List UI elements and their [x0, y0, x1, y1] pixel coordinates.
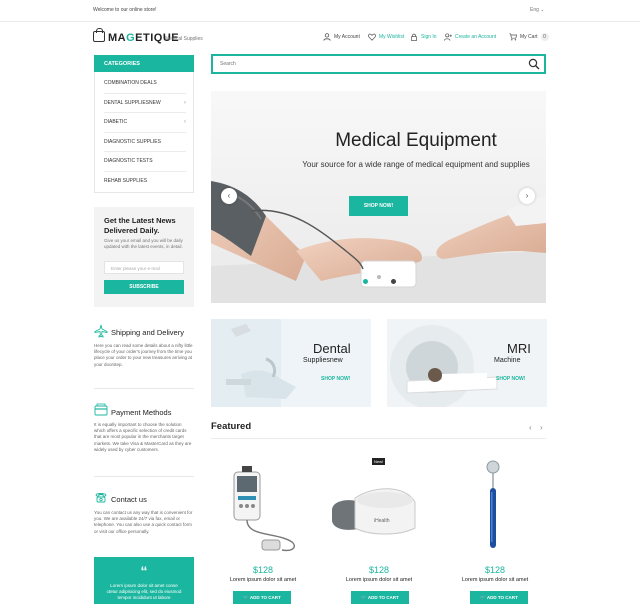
- slider-dot-2[interactable]: [377, 279, 382, 284]
- newsletter-title: Get the Latest News Delivered Daily.: [104, 216, 176, 235]
- newsletter-email-input[interactable]: Enter please your e-mail: [104, 261, 184, 274]
- create-account-link[interactable]: Create an Account: [444, 33, 496, 41]
- product-price: $128: [368, 565, 390, 575]
- featured-prev-button[interactable]: ‹: [529, 423, 532, 432]
- category-diagnostic-tests[interactable]: DIAGNOSTIC TESTS: [104, 152, 186, 172]
- cart-icon: 🛒: [480, 595, 486, 600]
- testimonial-text: Lorem ipsum dolor sit amet conse ctetur …: [106, 583, 182, 600]
- add-to-cart-button[interactable]: 🛒 ADD TO CART: [233, 591, 291, 604]
- payment-title: Payment Methods: [111, 408, 172, 417]
- newsletter-text: Give us your email and you will be daily…: [104, 238, 183, 249]
- cart-icon: [509, 33, 517, 41]
- language-selector[interactable]: Eng ⌄: [530, 7, 545, 13]
- product-image-blood-pressure-monitor[interactable]: iHealth: [330, 480, 420, 545]
- featured-title: Featured: [211, 421, 252, 432]
- payment-icon: [94, 403, 108, 416]
- chevron-left-icon: ‹: [227, 191, 231, 200]
- dental-banner-subtitle: Suppliesnew: [303, 357, 343, 364]
- quote-icon: “: [140, 563, 148, 579]
- divider: [211, 438, 546, 439]
- dental-banner[interactable]: [211, 319, 371, 407]
- add-to-cart-button[interactable]: 🛒 ADD TO CART: [351, 591, 409, 604]
- divider: [94, 476, 194, 477]
- my-wishlist-link[interactable]: My Wishlist: [368, 33, 404, 41]
- cart-count-badge: 0: [540, 33, 549, 41]
- chevron-right-icon: ›: [184, 119, 186, 125]
- divider: [94, 388, 194, 389]
- mri-banner-subtitle: Machine: [494, 357, 521, 364]
- add-user-icon: [444, 33, 452, 41]
- product-name[interactable]: Lorem ipsum dolor sit amet: [440, 577, 550, 583]
- my-cart-link[interactable]: My Cart 0: [509, 33, 549, 41]
- categories-title: CATEGORIES: [94, 55, 194, 72]
- product-image-dental-mirror[interactable]: [478, 458, 508, 553]
- new-badge: New!: [372, 458, 386, 465]
- bag-logo-icon: [93, 28, 105, 42]
- category-diabetic[interactable]: DIABETIC ›: [104, 113, 186, 133]
- slider-prev-button[interactable]: ‹: [221, 188, 237, 204]
- sign-in-link[interactable]: Sign In: [410, 33, 437, 41]
- cart-icon: 🛒: [361, 595, 367, 600]
- category-diagnostic-supplies[interactable]: DIAGNOSTIC SUPPLIES: [104, 133, 186, 152]
- hero-shop-now-button[interactable]: SHOP NOW!: [349, 196, 408, 216]
- chevron-right-icon: ›: [525, 191, 529, 200]
- featured-next-button[interactable]: ›: [540, 423, 543, 432]
- chevron-right-icon: ›: [184, 99, 186, 106]
- search-input[interactable]: [220, 61, 500, 67]
- chevron-down-icon: ⌄: [540, 7, 545, 13]
- shipping-text: Here you can read some details about a n…: [94, 343, 193, 367]
- search-icon[interactable]: [528, 58, 540, 70]
- dental-chair-image: [211, 319, 371, 407]
- heart-icon: [368, 33, 376, 41]
- dental-banner-title: Dental: [313, 341, 351, 356]
- my-account-link[interactable]: My Account: [323, 33, 360, 41]
- product-price: $128: [252, 565, 274, 575]
- product-name[interactable]: Lorem ipsum dolor sit amet: [208, 577, 318, 583]
- mri-banner-title: MRI: [507, 341, 531, 356]
- category-combination-deals[interactable]: COMBINATION DEALS: [104, 74, 186, 94]
- mri-banner[interactable]: [387, 319, 547, 407]
- payment-text: It is equally important to choose the so…: [94, 422, 192, 452]
- lock-icon: [411, 33, 417, 41]
- dental-shop-now-link[interactable]: SHOP NOW!: [321, 376, 350, 382]
- product-name[interactable]: Lorem ipsum dolor sit amet: [324, 577, 434, 583]
- product-image-pulse-oximeter[interactable]: [222, 462, 302, 557]
- cart-icon: 🛒: [243, 595, 249, 600]
- subscribe-button[interactable]: SUBSCRIBE: [104, 280, 184, 294]
- hero-title: Medical Equipment: [335, 130, 497, 151]
- airplane-icon: [94, 324, 108, 338]
- mri-machine-image: [387, 319, 547, 407]
- product-price: $128: [484, 565, 506, 575]
- phone-icon: [95, 493, 107, 503]
- category-rehab-supplies[interactable]: REHAB SUPPLIES: [104, 172, 186, 192]
- product-brand-label: iHealth: [374, 518, 390, 524]
- contact-title: Contact us: [111, 495, 147, 504]
- logo-tagline: Medical Supplies: [165, 36, 203, 42]
- contact-text: You can contact us any way that is conve…: [94, 510, 193, 534]
- welcome-message: Welcome to our online store!: [93, 7, 157, 13]
- hero-subtitle: Your source for a wide range of medical …: [302, 160, 530, 169]
- mri-shop-now-link[interactable]: SHOP NOW!: [496, 376, 525, 382]
- slider-next-button[interactable]: ›: [519, 188, 535, 204]
- slider-dot-3[interactable]: [391, 279, 396, 284]
- shipping-title: Shipping and Delivery: [111, 328, 184, 337]
- slider-dot-1[interactable]: [363, 279, 368, 284]
- category-dental-supplies[interactable]: DENTAL SUPPLIESNEW ›: [104, 94, 186, 113]
- add-to-cart-button[interactable]: 🛒 ADD TO CART: [470, 591, 528, 604]
- user-icon: [323, 33, 331, 41]
